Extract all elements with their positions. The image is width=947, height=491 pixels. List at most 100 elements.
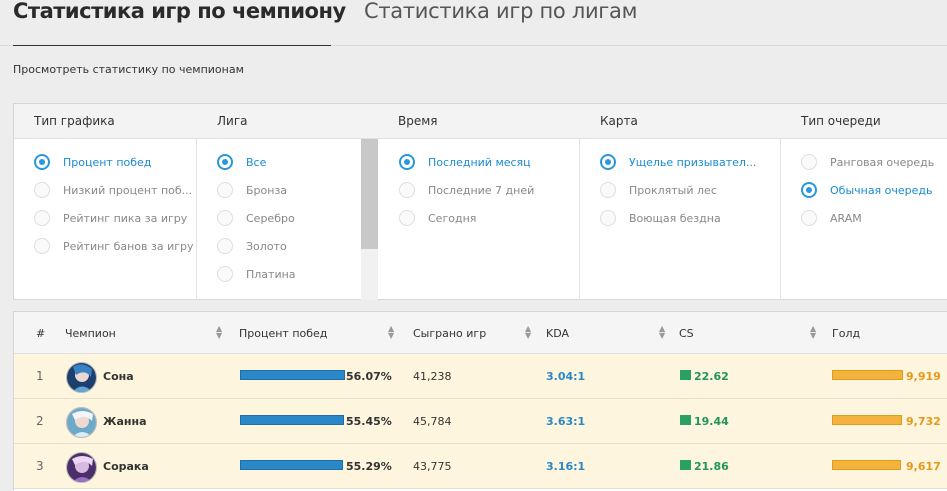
- tab-league-stats-label: Статистика игр по лигам: [364, 0, 638, 23]
- cs-value: 19.44: [694, 415, 729, 428]
- radio-icon: [217, 238, 233, 254]
- winrate-bar: [240, 370, 345, 380]
- winrate-value: 55.45%: [346, 415, 392, 428]
- table-row[interactable]: 3 Сорака 55.29% 43,775 3.16:1 21.86 9,61…: [14, 444, 947, 489]
- option-label: Последний месяц: [428, 155, 531, 169]
- radio-time-last-7-days[interactable]: Последние 7 дней: [399, 181, 534, 199]
- tab-bar: Статистика игр по чемпиону Статистика иг…: [0, 0, 947, 46]
- radio-time-today[interactable]: Сегодня: [399, 209, 476, 227]
- filter-panel: Тип графика Лига Время Карта Тип очереди…: [13, 103, 947, 300]
- radio-league-all[interactable]: Все: [217, 153, 266, 171]
- cs-icon: [680, 370, 691, 380]
- radio-selected-icon: [399, 154, 415, 170]
- filter-title-league: Лига: [217, 114, 248, 128]
- radio-map-howling-abyss[interactable]: Воющая бездна: [600, 209, 721, 227]
- gold-bar: [832, 415, 902, 425]
- column-header-cs[interactable]: CS: [679, 327, 694, 340]
- champion-name[interactable]: Сорака: [103, 460, 149, 473]
- table-row[interactable]: 1 Сона 56.07% 41,238 3.04:1 22.62 9,919: [14, 354, 947, 399]
- winrate-value: 55.29%: [346, 460, 392, 473]
- gold-bar: [832, 370, 903, 380]
- option-label: Процент побед: [63, 155, 152, 169]
- radio-selected-icon: [34, 154, 50, 170]
- column-divider: [780, 139, 781, 300]
- column-header-winrate[interactable]: Процент побед: [239, 327, 327, 340]
- radio-map-summoners-rift[interactable]: Ущелье призывател...: [600, 153, 756, 171]
- radio-league-bronze[interactable]: Бронза: [217, 181, 287, 199]
- option-label: Серебро: [246, 211, 295, 225]
- league-scrollbar-thumb[interactable]: [361, 139, 378, 249]
- radio-selected-icon: [801, 182, 817, 198]
- radio-icon: [217, 266, 233, 282]
- radio-league-gold[interactable]: Золото: [217, 237, 287, 255]
- column-header-games[interactable]: Сыграно игр: [413, 327, 486, 340]
- sort-icon[interactable]: ▲ ▼: [388, 325, 394, 340]
- filter-title-chart-type: Тип графика: [34, 114, 115, 128]
- column-header-gold[interactable]: Голд: [832, 327, 860, 340]
- radio-league-silver[interactable]: Серебро: [217, 209, 295, 227]
- option-label: Обычная очередь: [830, 183, 933, 197]
- radio-map-twisted-treeline[interactable]: Проклятый лес: [600, 181, 717, 199]
- radio-chart-type-low-winrate[interactable]: Низкий процент поб...: [34, 181, 192, 199]
- winrate-bar: [240, 415, 344, 425]
- radio-chart-type-winrate[interactable]: Процент побед: [34, 153, 151, 171]
- kda-value: 3.63:1: [546, 415, 586, 428]
- champion-avatar: [66, 452, 97, 483]
- cs-icon: [680, 415, 691, 425]
- radio-chart-type-ban-rate[interactable]: Рейтинг банов за игру: [34, 237, 194, 255]
- option-label: Платина: [246, 267, 296, 281]
- sort-icon[interactable]: ▲ ▼: [525, 325, 531, 340]
- option-label: Проклятый лес: [629, 183, 717, 197]
- column-header-kda[interactable]: KDA: [546, 327, 569, 340]
- option-label: Сегодня: [428, 211, 477, 225]
- filter-title-time: Время: [398, 114, 438, 128]
- champion-name[interactable]: Жанна: [103, 415, 147, 428]
- games-played: 45,784: [413, 415, 452, 428]
- sort-icon[interactable]: ▲ ▼: [216, 325, 222, 340]
- option-label: ARAM: [830, 211, 862, 225]
- page-subtitle: Просмотреть статистику по чемпионам: [13, 63, 244, 76]
- radio-chart-type-pick-rate[interactable]: Рейтинг пика за игру: [34, 209, 187, 227]
- radio-league-platinum[interactable]: Платина: [217, 265, 296, 283]
- winrate-value: 56.07%: [346, 370, 392, 383]
- radio-icon: [217, 210, 233, 226]
- option-label: Низкий процент поб...: [63, 183, 193, 197]
- column-divider: [579, 139, 580, 300]
- radio-queue-ranked[interactable]: Ранговая очередь: [801, 153, 934, 171]
- champion-avatar: [66, 362, 97, 393]
- radio-selected-icon: [600, 154, 616, 170]
- table-row[interactable]: 2 Жанна 55.45% 45,784 3.63:1 19.44 9,732: [14, 399, 947, 444]
- option-label: Золото: [246, 239, 287, 253]
- winrate-bar: [240, 460, 343, 470]
- option-label: Ранговая очередь: [830, 155, 935, 169]
- kda-value: 3.04:1: [546, 370, 586, 383]
- cs-value: 21.86: [694, 460, 729, 473]
- radio-icon: [34, 238, 50, 254]
- option-label: Рейтинг пика за игру: [63, 211, 188, 225]
- cs-value: 22.62: [694, 370, 729, 383]
- kda-value: 3.16:1: [546, 460, 586, 473]
- row-rank: 1: [36, 369, 44, 383]
- radio-icon: [217, 182, 233, 198]
- filter-title-queue: Тип очереди: [801, 114, 881, 128]
- champion-stats-table: # Чемпион ▲ ▼ Процент побед ▲ ▼ Сыграно иг…: [13, 311, 947, 491]
- radio-queue-aram[interactable]: ARAM: [801, 209, 862, 227]
- gold-value: 9,617: [906, 460, 941, 473]
- cs-icon: [680, 460, 691, 470]
- radio-icon: [399, 210, 415, 226]
- tab-champion-stats[interactable]: Статистика игр по чемпиону: [13, 0, 346, 46]
- radio-queue-normal[interactable]: Обычная очередь: [801, 181, 933, 199]
- radio-icon: [34, 182, 50, 198]
- radio-time-last-month[interactable]: Последний месяц: [399, 153, 531, 171]
- champion-name[interactable]: Сона: [103, 370, 134, 383]
- sort-icon[interactable]: ▲ ▼: [810, 325, 816, 340]
- option-label: Рейтинг банов за игру: [63, 239, 194, 253]
- option-label: Последние 7 дней: [428, 183, 535, 197]
- row-rank: 2: [36, 414, 44, 428]
- games-played: 43,775: [413, 460, 452, 473]
- column-header-champion[interactable]: Чемпион: [65, 327, 116, 340]
- filter-header: Тип графика Лига Время Карта Тип очереди: [14, 104, 947, 139]
- gold-bar: [832, 460, 901, 470]
- sort-icon[interactable]: ▲ ▼: [659, 325, 665, 340]
- column-header-rank[interactable]: #: [36, 327, 45, 340]
